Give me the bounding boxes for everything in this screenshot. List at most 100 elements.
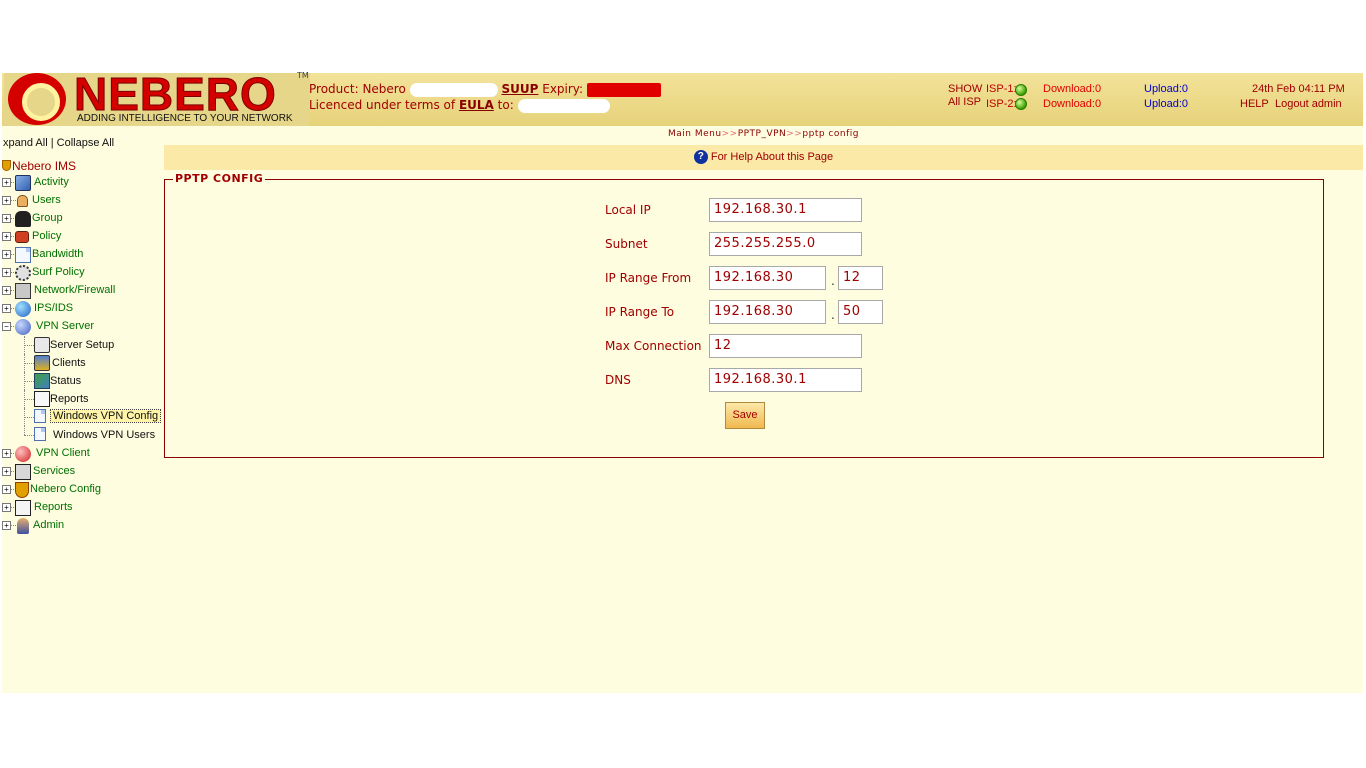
ip-range-to-suffix-input[interactable]: 50 [838, 300, 883, 324]
show-all-line2: All ISP [948, 96, 982, 108]
help-link-text[interactable]: For Help About this Page [711, 151, 833, 163]
vpn-server-icon [15, 319, 31, 335]
ip-range-from-input[interactable]: 192.168.30 [709, 266, 826, 290]
collapse-toggle[interactable]: − [2, 322, 11, 331]
sidebar-item-label: Users [32, 194, 61, 206]
tree-root-label: Nebero IMS [12, 159, 77, 173]
expand-toggle[interactable]: + [2, 250, 11, 259]
pptp-config-form: PPTP CONFIG Local IP 192.168.30.1 Subnet… [164, 172, 1324, 458]
sidebar-item-nebero-config[interactable]: + Nebero Config [2, 481, 164, 499]
bandwidth-icon [15, 247, 31, 263]
tree-root[interactable]: Nebero IMS [2, 159, 76, 173]
expand-all-link[interactable]: xpand All [3, 137, 48, 149]
firewall-icon [15, 283, 31, 299]
max-connection-input[interactable]: 12 [709, 334, 862, 358]
subnet-label: Subnet [605, 237, 648, 251]
breadcrumb-pptp-vpn[interactable]: PPTP_VPN [738, 129, 787, 139]
sidebar-item-label: VPN Server [36, 320, 95, 332]
expand-toggle[interactable]: + [2, 449, 11, 458]
sidebar-subitem-status[interactable]: Status [2, 372, 164, 390]
breadcrumb-main-menu[interactable]: Main Menu [668, 129, 722, 139]
dns-input[interactable]: 192.168.30.1 [709, 368, 862, 392]
ip-range-from-suffix-input[interactable]: 12 [838, 266, 883, 290]
show-all-isp-link[interactable]: SHOW All ISP [948, 83, 988, 109]
nebero-logo: NEBERO TM ADDING INTELLIGENCE TO YOUR NE… [4, 68, 310, 126]
sidebar-item-reports[interactable]: + Reports [2, 499, 164, 517]
sidebar-subitem-reports[interactable]: Reports [2, 390, 164, 408]
sidebar-item-ips-ids[interactable]: + IPS/IDS [2, 300, 164, 318]
expand-toggle[interactable]: + [2, 196, 11, 205]
save-button[interactable]: Save [725, 402, 765, 429]
status-icon [34, 373, 50, 389]
sidebar: xpand All | Collapse All Nebero IMS + Ac… [2, 126, 164, 693]
expand-toggle[interactable]: + [2, 485, 11, 494]
subnet-input[interactable]: 255.255.255.0 [709, 232, 862, 256]
ip-range-to-input[interactable]: 192.168.30 [709, 300, 826, 324]
sidebar-subitem-clients[interactable]: Clients [2, 354, 164, 372]
sidebar-subitem-server-setup[interactable]: Server Setup [2, 336, 164, 354]
logo-trademark: TM [297, 71, 309, 80]
ip-range-to-label: IP Range To [605, 305, 675, 319]
expand-toggle[interactable]: + [2, 178, 11, 187]
sidebar-item-label: Services [33, 465, 76, 477]
sidebar-item-vpn-client[interactable]: + VPN Client [2, 445, 164, 463]
sidebar-subitem-label: Clients [52, 357, 86, 369]
expiry-label: Expiry: [542, 82, 584, 96]
sidebar-item-vpn-server[interactable]: − VPN Server [2, 318, 164, 336]
sidebar-item-network-firewall[interactable]: + Network/Firewall [2, 282, 164, 300]
isp2-download: Download:0 [1043, 98, 1102, 110]
policy-icon [15, 231, 29, 243]
suup-link[interactable]: SUUP [501, 82, 538, 96]
redacted-expiry [586, 82, 661, 97]
shield-icon [15, 482, 29, 498]
sidebar-item-label: Surf Policy [32, 266, 85, 278]
logo-swirl-icon [8, 73, 66, 125]
expand-toggle[interactable]: + [2, 521, 11, 530]
expand-toggle[interactable]: + [2, 304, 11, 313]
datetime: 24th Feb 04:11 PM [1252, 83, 1345, 95]
help-icon[interactable]: ? [693, 150, 708, 164]
logout-link[interactable]: Logout admin [1275, 98, 1342, 110]
isp2-label: ISP-2: [986, 98, 1017, 110]
expand-toggle[interactable]: + [2, 232, 11, 241]
sidebar-item-label: Reports [34, 501, 73, 513]
help-link[interactable]: HELP [1240, 98, 1269, 110]
sidebar-item-services[interactable]: + Services [2, 463, 164, 481]
sidebar-item-label: Network/Firewall [34, 284, 116, 296]
sidebar-item-activity[interactable]: + Activity [2, 174, 164, 192]
sidebar-item-surf-policy[interactable]: + Surf Policy [2, 264, 164, 282]
sidebar-item-label: Activity [34, 176, 69, 188]
collapse-all-link[interactable]: Collapse All [57, 137, 114, 149]
show-all-line1: SHOW [948, 83, 983, 95]
expand-toggle[interactable]: + [2, 467, 11, 476]
isp1-status-icon [1015, 84, 1027, 96]
logo-tagline: ADDING INTELLIGENCE TO YOUR NETWORK [77, 113, 293, 124]
sidebar-item-label: Bandwidth [32, 248, 84, 260]
local-ip-input[interactable]: 192.168.30.1 [709, 198, 862, 222]
sidebar-subitem-windows-vpn-config[interactable]: Windows VPN Config [2, 408, 164, 426]
sidebar-item-policy[interactable]: + Policy [2, 228, 164, 246]
page-icon [34, 427, 46, 441]
expand-toggle[interactable]: + [2, 214, 11, 223]
sidebar-item-bandwidth[interactable]: + Bandwidth [2, 246, 164, 264]
licence-text: Licenced under terms of [309, 98, 456, 112]
sidebar-item-admin[interactable]: + Admin [2, 517, 164, 535]
expand-toggle[interactable]: + [2, 503, 11, 512]
expand-toggle[interactable]: + [2, 286, 11, 295]
sidebar-item-label: VPN Client [36, 447, 90, 459]
redacted-licensee [517, 98, 610, 113]
local-ip-label: Local IP [605, 203, 651, 217]
sidebar-item-label: IPS/IDS [34, 302, 74, 314]
sidebar-subitem-label: Windows VPN Config [50, 409, 162, 423]
max-connection-label: Max Connection [605, 339, 702, 353]
sidebar-subitem-windows-vpn-users[interactable]: Windows VPN Users [2, 426, 164, 444]
app-window: NEBERO TM ADDING INTELLIGENCE TO YOUR NE… [2, 68, 1363, 693]
expand-toggle[interactable]: + [2, 268, 11, 277]
sidebar-item-users[interactable]: + Users [2, 192, 164, 210]
eula-link[interactable]: EULA [459, 98, 494, 112]
gear-icon [15, 265, 31, 281]
group-icon [15, 211, 31, 227]
header-bar: NEBERO TM ADDING INTELLIGENCE TO YOUR NE… [2, 68, 1363, 126]
sidebar-subitem-label: Status [50, 375, 82, 387]
sidebar-item-group[interactable]: + Group [2, 210, 164, 228]
